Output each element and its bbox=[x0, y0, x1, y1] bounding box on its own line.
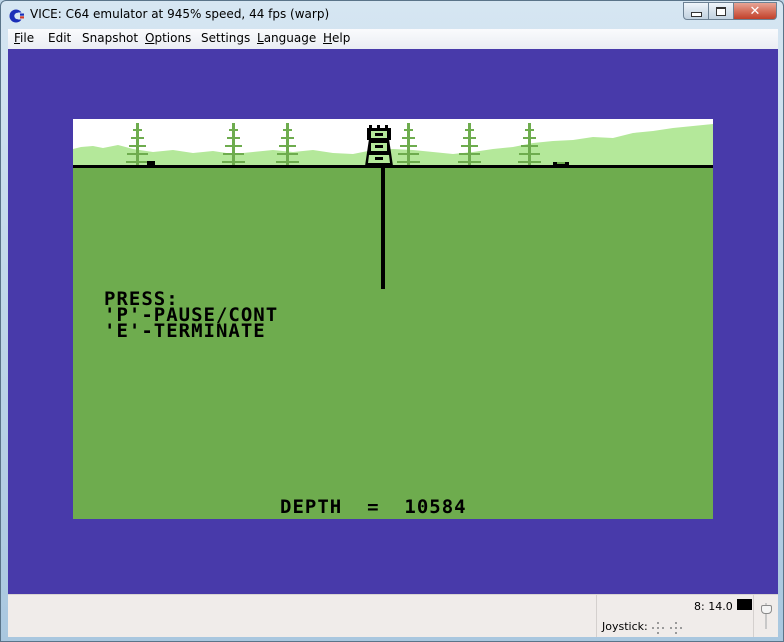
joystick-port1-icon[interactable] bbox=[652, 619, 664, 634]
c64-display[interactable]: PRESS: 'P'-PAUSE/CONT 'E'-TERMINATE DEPT… bbox=[73, 119, 713, 519]
depth-value: 10584 bbox=[404, 496, 467, 518]
emulator-screen-border[interactable]: PRESS: 'P'-PAUSE/CONT 'E'-TERMINATE DEPT… bbox=[8, 49, 778, 594]
menu-file[interactable]: File bbox=[14, 31, 34, 45]
menu-edit[interactable]: Edit bbox=[48, 31, 71, 45]
status-bar: 8: 14.0 Joystick: bbox=[8, 594, 778, 637]
hills bbox=[73, 124, 713, 167]
drill-pipe bbox=[381, 167, 385, 289]
instructions-terminate: 'E'-TERMINATE bbox=[104, 320, 266, 342]
menu-language-mnemonic: L bbox=[257, 31, 264, 45]
volume-slider-thumb[interactable] bbox=[761, 605, 772, 614]
title-bar[interactable]: VICE: C64 emulator at 945% speed, 44 fps… bbox=[1, 1, 784, 29]
menu-help-label: elp bbox=[332, 31, 351, 45]
scenery bbox=[73, 123, 713, 168]
maximize-button[interactable] bbox=[709, 2, 734, 20]
menu-options-label: ptions bbox=[154, 31, 192, 45]
menu-snapshot-label: Snapshot bbox=[82, 31, 139, 45]
maximize-icon bbox=[716, 6, 726, 16]
vice-logo-icon bbox=[9, 9, 25, 23]
minimize-button[interactable] bbox=[683, 2, 709, 20]
menu-settings[interactable]: Settings bbox=[201, 31, 250, 45]
joystick-port2-icon[interactable] bbox=[670, 619, 682, 634]
menu-help[interactable]: Help bbox=[323, 31, 350, 45]
menu-settings-label: Settings bbox=[201, 31, 251, 45]
close-button[interactable]: ✕ bbox=[734, 2, 777, 20]
drive-led bbox=[737, 599, 752, 610]
depth-readout: DEPTH = 10584 bbox=[280, 496, 467, 518]
status-divider bbox=[596, 595, 597, 637]
depth-label: DEPTH = bbox=[280, 496, 405, 518]
menu-language[interactable]: Language bbox=[257, 31, 316, 45]
menu-options[interactable]: Options bbox=[145, 31, 191, 45]
ground-line bbox=[73, 165, 713, 168]
volume-slider[interactable] bbox=[760, 601, 772, 631]
menu-file-label: ile bbox=[20, 31, 35, 45]
close-icon: ✕ bbox=[749, 3, 761, 19]
rock-left bbox=[147, 161, 155, 165]
menu-bar: File Edit Snapshot Options Settings Lang… bbox=[8, 29, 778, 50]
status-divider bbox=[753, 595, 754, 637]
menu-help-mnemonic: H bbox=[323, 31, 333, 45]
menu-edit-label: Edit bbox=[48, 31, 72, 45]
minimize-icon bbox=[690, 11, 702, 17]
window-controls: ✕ bbox=[683, 2, 777, 21]
emulation-time: 8: 14.0 bbox=[694, 600, 733, 613]
drilling-rig bbox=[365, 125, 393, 166]
menu-language-label: anguage bbox=[263, 31, 317, 45]
joystick-label: Joystick: bbox=[602, 620, 648, 633]
menu-snapshot[interactable]: Snapshot bbox=[82, 31, 138, 45]
window-frame: VICE: C64 emulator at 945% speed, 44 fps… bbox=[0, 0, 784, 642]
window-title: VICE: C64 emulator at 945% speed, 44 fps… bbox=[30, 7, 330, 21]
